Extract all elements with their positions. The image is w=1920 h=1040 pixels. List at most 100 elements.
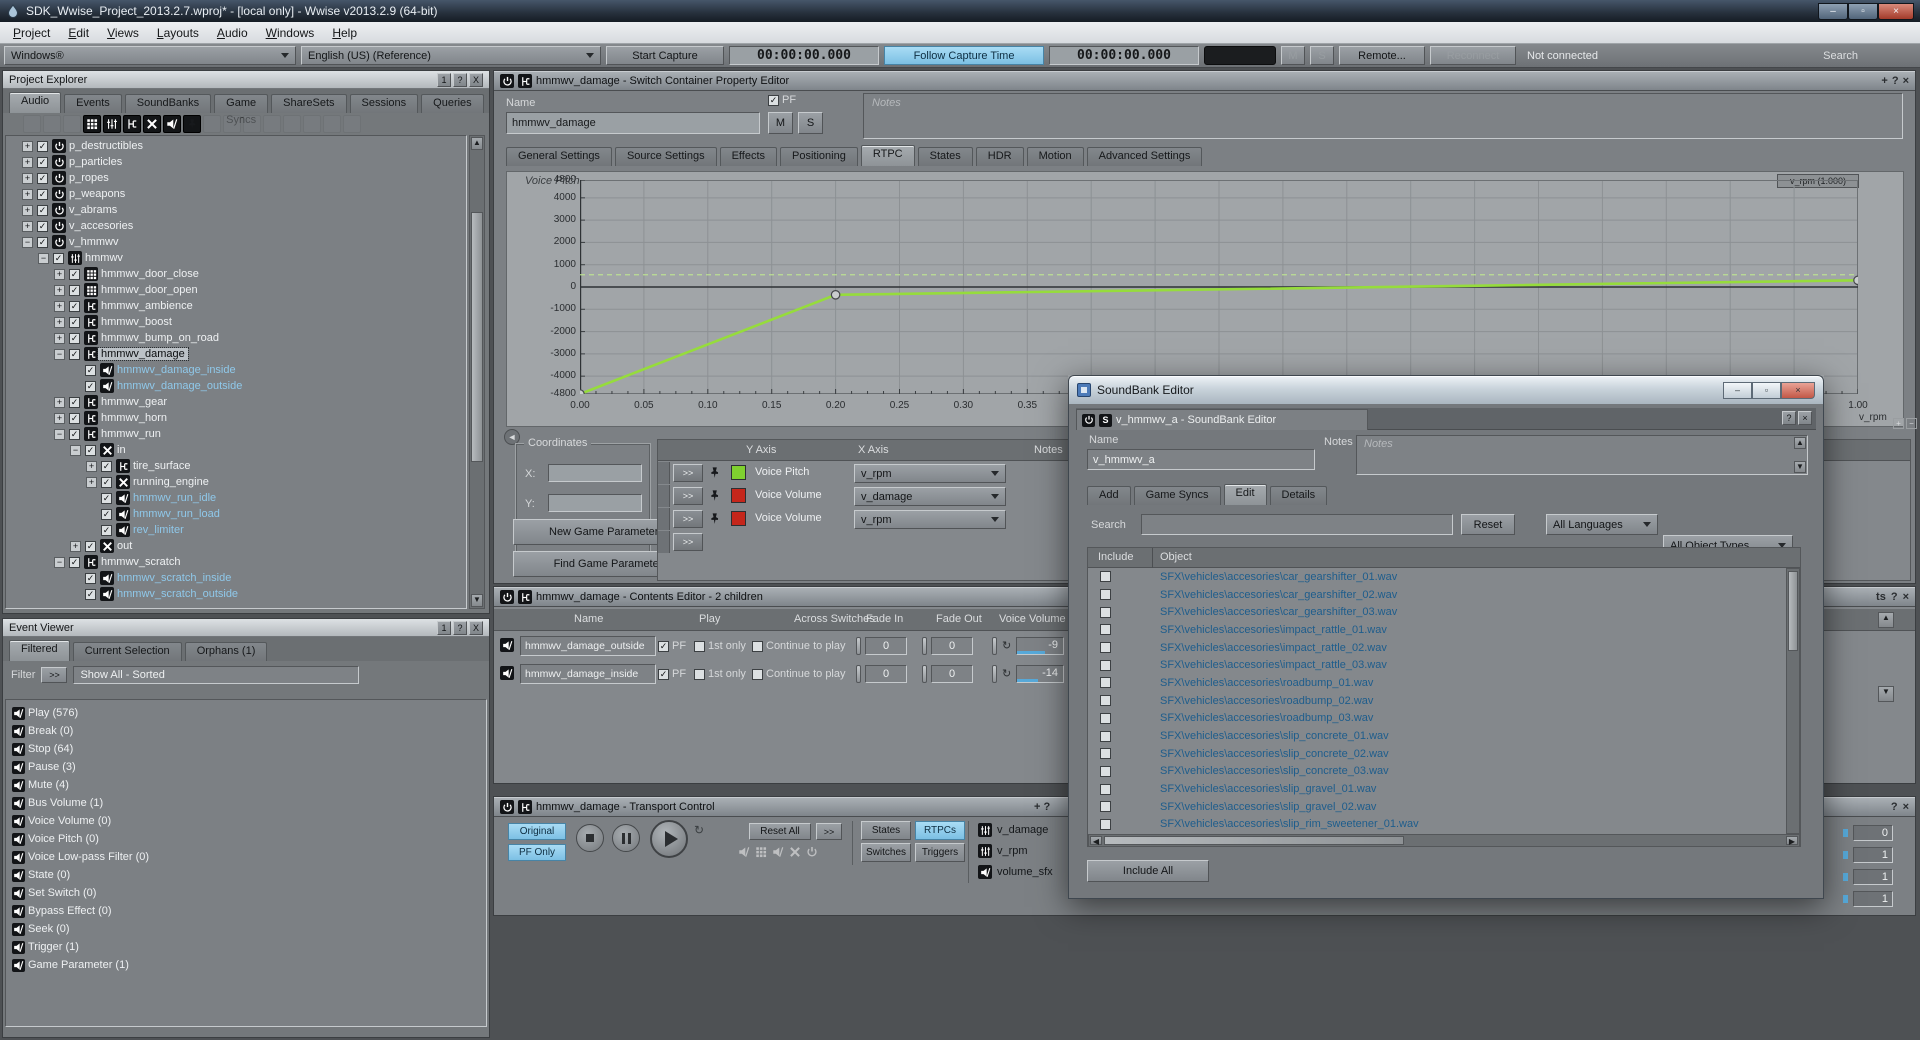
transport-expand-button[interactable]: >>: [816, 823, 842, 840]
scroll-left-icon[interactable]: ◀: [1090, 836, 1102, 845]
tree-item-hmmwv_damage[interactable]: −✓hmmwv_damage: [6, 346, 466, 362]
continue-checkbox[interactable]: [752, 669, 763, 680]
checkbox[interactable]: ✓: [69, 349, 80, 360]
pf-toggle[interactable]: ✓ PF: [768, 94, 796, 106]
object-row[interactable]: SFX\vehicles\accesories\car_gearshifter_…: [1088, 568, 1786, 586]
slider-handle[interactable]: [992, 665, 997, 683]
voice-volume-value[interactable]: -14: [1016, 665, 1064, 683]
tree-item-hmmwv_scratch_inside[interactable]: ✓hmmwv_scratch_inside: [6, 570, 466, 586]
checkbox[interactable]: ✓: [101, 461, 112, 472]
fade-in-value[interactable]: 0: [865, 637, 907, 655]
horizontal-scrollbar[interactable]: ◀ ▶: [1088, 834, 1800, 847]
power-icon[interactable]: [1082, 414, 1095, 427]
tree-item-hmmwv_horn[interactable]: +✓hmmwv_horn: [6, 410, 466, 426]
rtpc-plot[interactable]: [580, 180, 1858, 394]
expand-icon[interactable]: +: [22, 221, 33, 232]
checkbox[interactable]: ✓: [37, 157, 48, 168]
tab-sessions[interactable]: Sessions: [350, 94, 419, 113]
filter-expand-button[interactable]: >>: [41, 667, 67, 683]
tab-filtered[interactable]: Filtered: [9, 640, 70, 661]
event-list-item[interactable]: Stop (64): [6, 740, 486, 758]
object-row[interactable]: SFX\vehicles\accesories\slip_gravel_02.w…: [1088, 798, 1786, 816]
row-grip[interactable]: [658, 531, 670, 553]
slider-handle[interactable]: [856, 637, 861, 655]
scrollbar-thumb[interactable]: [1104, 836, 1404, 845]
notes-field[interactable]: Notes: [863, 93, 1903, 139]
tab-rtpc[interactable]: RTPC: [861, 145, 915, 166]
checkbox[interactable]: ✓: [85, 589, 96, 600]
expand-icon[interactable]: +: [54, 317, 65, 328]
event-list-item[interactable]: Voice Low-pass Filter (0): [6, 848, 486, 866]
language-select[interactable]: English (US) (Reference): [301, 46, 601, 65]
languages-select[interactable]: All Languages: [1546, 514, 1658, 535]
scrollbar-thumb[interactable]: [1788, 571, 1798, 651]
close-view-button[interactable]: ×: [1798, 411, 1812, 425]
object-row[interactable]: SFX\vehicles\accesories\slip_concrete_02…: [1088, 745, 1786, 763]
refresh-icon[interactable]: ↻: [1002, 639, 1011, 652]
tree-item-rev_limiter[interactable]: ✓rev_limiter: [6, 522, 466, 538]
transport-aux-icon[interactable]: [806, 846, 818, 861]
help-icon[interactable]: ?: [1891, 801, 1898, 813]
reconnect-button[interactable]: Reconnect: [1430, 46, 1516, 65]
event-list-item[interactable]: Set Switch (0): [6, 884, 486, 902]
event-list-item[interactable]: Pause (3): [6, 758, 486, 776]
pin-icon[interactable]: [708, 489, 721, 505]
checkbox[interactable]: ✓: [37, 141, 48, 152]
expand-icon[interactable]: +: [70, 541, 81, 552]
transport-aux-icon[interactable]: [738, 846, 750, 861]
column-divider[interactable]: [1152, 548, 1153, 568]
original-toggle[interactable]: Original: [508, 823, 566, 840]
object-row[interactable]: SFX\vehicles\accesories\roadbump_01.wav: [1088, 674, 1786, 692]
tree-scrollbar[interactable]: ▲ ▼: [469, 135, 485, 609]
include-checkbox[interactable]: [1100, 607, 1111, 618]
event-list-item[interactable]: Game Parameter (1): [6, 956, 486, 974]
menu-layouts[interactable]: Layouts: [148, 24, 208, 42]
row-grip[interactable]: [658, 485, 670, 507]
pf-checkbox[interactable]: ✓: [658, 669, 669, 680]
pf-checkbox[interactable]: ✓: [658, 641, 669, 652]
expand-row-button[interactable]: >>: [673, 464, 703, 482]
include-checkbox[interactable]: [1100, 642, 1111, 653]
tab-hdr[interactable]: HDR: [976, 147, 1024, 166]
first-only-toggle[interactable]: 1st only: [694, 640, 746, 652]
pf-checkbox[interactable]: ✓: [768, 95, 779, 106]
pf-toggle[interactable]: ✓PF: [658, 668, 686, 680]
help-icon[interactable]: ?: [1891, 591, 1898, 603]
include-checkbox[interactable]: [1100, 766, 1111, 777]
include-checkbox[interactable]: [1100, 571, 1111, 582]
event-list-item[interactable]: Bypass Effect (0): [6, 902, 486, 920]
tree-item-p_destructibles[interactable]: +✓p_destructibles: [6, 138, 466, 154]
slider-handle[interactable]: [856, 665, 861, 683]
transport-aux-icon[interactable]: [789, 846, 801, 861]
scroll-down-icon[interactable]: ▼: [1878, 686, 1894, 702]
mute-button[interactable]: M: [1281, 46, 1305, 65]
close-panel-button[interactable]: X: [469, 621, 483, 635]
pause-button[interactable]: [612, 824, 640, 852]
checkbox[interactable]: ✓: [69, 333, 80, 344]
tree-item-hmmwv_run_load[interactable]: ✓hmmwv_run_load: [6, 506, 466, 522]
tree-item-hmmwv_scratch_outside[interactable]: ✓hmmwv_scratch_outside: [6, 586, 466, 602]
first-only-checkbox[interactable]: [694, 669, 705, 680]
scroll-up-icon[interactable]: ▲: [1794, 437, 1806, 449]
game-sync-v_damage[interactable]: v_damage: [978, 823, 1048, 837]
expand-icon[interactable]: +: [22, 141, 33, 152]
checkbox[interactable]: ✓: [37, 221, 48, 232]
object-row[interactable]: SFX\vehicles\accesories\slip_rim_sweeten…: [1088, 816, 1786, 834]
checkbox[interactable]: ✓: [69, 301, 80, 312]
event-list-item[interactable]: Play (576): [6, 704, 486, 722]
tab-soundbanks[interactable]: SoundBanks: [125, 94, 211, 113]
expand-icon[interactable]: +: [22, 173, 33, 184]
object-row[interactable]: SFX\vehicles\accesories\car_gearshifter_…: [1088, 603, 1786, 621]
menu-project[interactable]: Project: [4, 24, 59, 42]
fade-in-value[interactable]: 0: [865, 665, 907, 683]
object-row[interactable]: SFX\vehicles\accesories\impact_rattle_03…: [1088, 656, 1786, 674]
reset-all-button[interactable]: Reset All: [749, 823, 811, 840]
row-grip[interactable]: [658, 508, 670, 530]
power-icon[interactable]: [500, 800, 514, 814]
list-view-icon[interactable]: [103, 115, 121, 133]
object-row[interactable]: SFX\vehicles\accesories\roadbump_02.wav: [1088, 692, 1786, 710]
object-name-field[interactable]: hmmwv_damage_inside: [520, 664, 656, 684]
x-axis-select[interactable]: v_damage: [854, 487, 1006, 506]
stop-button[interactable]: [576, 824, 604, 852]
column-header-name[interactable]: Name: [574, 613, 603, 625]
